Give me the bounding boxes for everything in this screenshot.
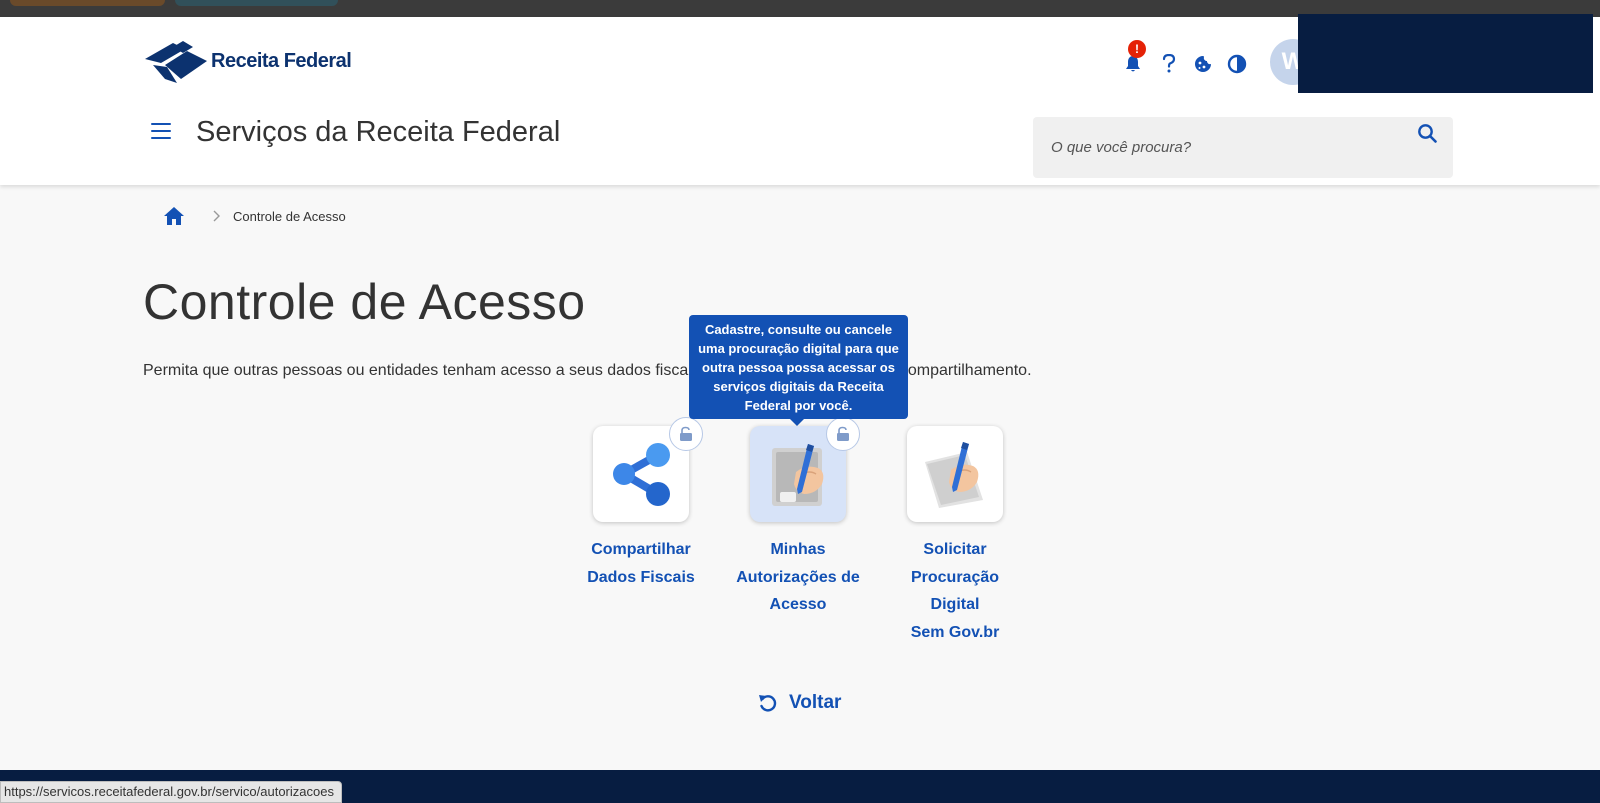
service-label[interactable]: Solicitar Procuração Digital Sem Gov.br xyxy=(885,536,1025,646)
contrast-button[interactable] xyxy=(1224,51,1250,77)
share-icon xyxy=(613,443,670,506)
search-icon xyxy=(1418,124,1437,143)
home-icon xyxy=(164,207,184,225)
receita-federal-logo[interactable]: Receita Federal xyxy=(143,39,352,83)
header-actions: ! xyxy=(1120,40,1258,77)
hand-pen-document-icon xyxy=(925,442,983,508)
overlay-panel xyxy=(1298,14,1593,93)
search-box xyxy=(1033,117,1453,178)
breadcrumb-home-link[interactable] xyxy=(163,205,185,227)
chevron-right-icon xyxy=(213,210,220,222)
service-card-minhas-autorizacoes[interactable]: Minhas Autorizações de Acesso xyxy=(728,417,868,619)
service-card-solicitar-procuracao[interactable]: Solicitar Procuração Digital Sem Gov.br xyxy=(885,426,1025,646)
help-icon xyxy=(1162,54,1176,73)
hand-pen-icon xyxy=(772,444,824,506)
service-label[interactable]: Minhas Autorizações de Acesso xyxy=(728,536,868,619)
logo-text: Receita Federal xyxy=(211,49,352,72)
site-title: Serviços da Receita Federal xyxy=(196,116,561,148)
menu-button[interactable] xyxy=(150,120,172,142)
contrast-icon xyxy=(1227,54,1247,74)
search-input[interactable] xyxy=(1051,117,1411,178)
undo-icon xyxy=(757,692,779,714)
service-tile[interactable] xyxy=(593,417,703,522)
unlock-icon xyxy=(680,426,692,441)
unlock-icon xyxy=(837,426,849,441)
service-card-compartilhar-dados-fiscais[interactable]: Compartilhar Dados Fiscais xyxy=(571,417,711,591)
breadcrumb-current: Controle de Acesso xyxy=(233,208,346,224)
cookies-button[interactable] xyxy=(1190,51,1216,77)
search-button[interactable] xyxy=(1414,120,1440,146)
service-tooltip: Cadastre, consulte ou cancele uma procur… xyxy=(689,315,908,426)
service-tile[interactable] xyxy=(750,417,860,522)
menu-icon xyxy=(151,123,171,125)
status-bar-url: https://servicos.receitafederal.gov.br/s… xyxy=(0,781,342,803)
service-label[interactable]: Compartilhar Dados Fiscais xyxy=(571,536,711,591)
receita-logo-icon xyxy=(145,41,207,83)
page-title: Controle de Acesso xyxy=(143,274,586,330)
browser-tab[interactable] xyxy=(10,0,165,6)
browser-tab[interactable] xyxy=(175,0,338,6)
notification-badge: ! xyxy=(1128,40,1146,58)
service-tile[interactable] xyxy=(907,426,1003,522)
lock-badge xyxy=(669,417,703,451)
help-button[interactable] xyxy=(1156,51,1182,77)
lock-badge xyxy=(826,417,860,451)
notifications-button[interactable]: ! xyxy=(1120,40,1146,77)
breadcrumb: Controle de Acesso xyxy=(163,205,346,227)
back-button[interactable]: Voltar xyxy=(757,692,841,714)
back-label: Voltar xyxy=(789,692,842,713)
cookie-icon xyxy=(1195,56,1211,72)
